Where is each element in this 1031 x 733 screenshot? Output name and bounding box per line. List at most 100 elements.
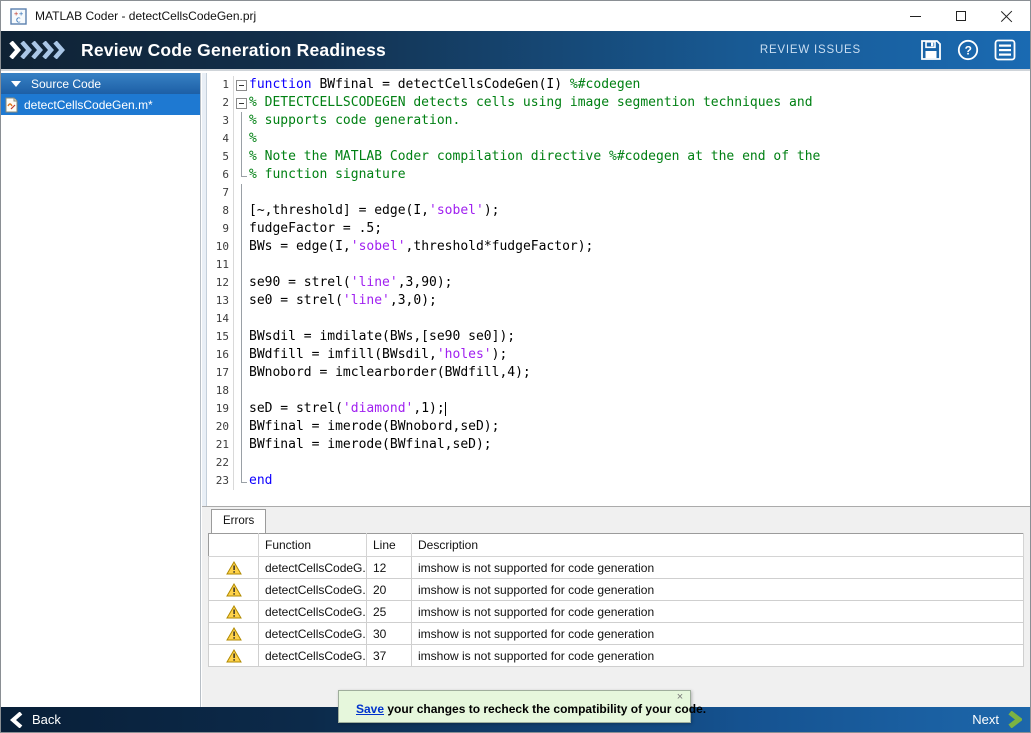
source-code-sidebar: Source Code detectCellsCodeGen.m* [1, 73, 201, 707]
code-line[interactable]: 15BWsdil = imdilate(BWs,[se90 se0]); [208, 328, 1030, 346]
svg-text:c: c [16, 15, 21, 25]
code-line[interactable]: 22 [208, 454, 1030, 472]
line-number: 17 [208, 364, 234, 382]
code-line[interactable]: 16BWdfill = imfill(BWsdil,'holes'); [208, 346, 1030, 364]
column-header-line[interactable]: Line [367, 534, 412, 557]
code-line[interactable]: 2% DETECTCELLSCODEGEN detects cells usin… [208, 94, 1030, 112]
errors-table-wrap: Function Line Description detectCellsCod… [208, 533, 1024, 667]
minimize-button[interactable] [892, 1, 938, 31]
window-title: MATLAB Coder - detectCellsCodeGen.prj [35, 9, 256, 23]
code-line[interactable]: 8[~,threshold] = edge(I,'sobel'); [208, 202, 1030, 220]
fold-collapse-icon[interactable] [234, 76, 249, 94]
next-chevron-icon [1008, 711, 1022, 728]
code-text: % Note the MATLAB Coder compilation dire… [249, 148, 820, 166]
warning-icon [226, 627, 242, 641]
fold-marker [234, 274, 249, 292]
code-line[interactable]: 14 [208, 310, 1030, 328]
code-text: fudgeFactor = .5; [249, 220, 382, 238]
sidebar-item-detectcellscodegen[interactable]: detectCellsCodeGen.m* [1, 94, 200, 115]
code-line[interactable]: 11 [208, 256, 1030, 274]
code-line[interactable]: 20BWfinal = imerode(BWnobord,seD); [208, 418, 1030, 436]
errors-table: Function Line Description detectCellsCod… [208, 533, 1024, 667]
help-button[interactable]: ? [956, 38, 980, 62]
line-number: 3 [208, 112, 234, 130]
code-line[interactable]: 21BWfinal = imerode(BWfinal,seD); [208, 436, 1030, 454]
code-editor[interactable]: 1function BWfinal = detectCellsCodeGen(I… [202, 73, 1030, 506]
code-text: se0 = strel('line',3,0); [249, 292, 437, 310]
line-number: 6 [208, 166, 234, 184]
next-label: Next [972, 712, 999, 727]
back-button[interactable]: Back [10, 712, 61, 728]
error-row[interactable]: detectCellsCodeG...30imshow is not suppo… [209, 623, 1024, 645]
save-link[interactable]: Save [356, 702, 384, 716]
source-code-section-header[interactable]: Source Code [1, 73, 200, 94]
line-number: 22 [208, 454, 234, 472]
code-text: % DETECTCELLSCODEGEN detects cells using… [249, 94, 813, 112]
code-text: end [249, 472, 272, 490]
description-cell: imshow is not supported for code generat… [412, 579, 1024, 601]
back-chevron-icon [10, 712, 23, 728]
code-line[interactable]: 18 [208, 382, 1030, 400]
line-number: 10 [208, 238, 234, 256]
code-text: % [249, 130, 257, 148]
fold-marker [234, 454, 249, 472]
review-issues-label[interactable]: REVIEW ISSUES [760, 44, 861, 56]
warning-cell [209, 579, 259, 601]
line-number: 23 [208, 472, 234, 490]
column-header-description[interactable]: Description [412, 534, 1024, 557]
fold-marker [234, 472, 249, 490]
save-button[interactable] [919, 38, 943, 62]
code-line[interactable]: 13se0 = strel('line',3,0); [208, 292, 1030, 310]
error-row[interactable]: detectCellsCodeG...25imshow is not suppo… [209, 601, 1024, 623]
function-cell: detectCellsCodeG... [259, 645, 367, 667]
warning-icon [226, 561, 242, 575]
fold-marker [234, 310, 249, 328]
code-text: % supports code generation. [249, 112, 460, 130]
code-line[interactable]: 17BWnobord = imclearborder(BWdfill,4); [208, 364, 1030, 382]
fold-marker [234, 292, 249, 310]
code-line[interactable]: 10BWs = edge(I,'sobel',threshold*fudgeFa… [208, 238, 1030, 256]
errors-panel: Errors Function Line Description detectC… [202, 506, 1030, 707]
back-label: Back [32, 712, 61, 727]
description-cell: imshow is not supported for code generat… [412, 601, 1024, 623]
matlab-file-icon [4, 97, 19, 113]
line-number: 8 [208, 202, 234, 220]
column-header-function[interactable]: Function [259, 534, 367, 557]
errors-header-row: Function Line Description [209, 534, 1024, 557]
line-number: 5 [208, 148, 234, 166]
fold-marker [234, 418, 249, 436]
code-line[interactable]: 4% [208, 130, 1030, 148]
code-line[interactable]: 3 % supports code generation. [208, 112, 1030, 130]
code-line[interactable]: 9fudgeFactor = .5; [208, 220, 1030, 238]
tab-errors[interactable]: Errors [211, 509, 266, 533]
matlab-coder-app-icon: + + c [10, 8, 27, 25]
next-button[interactable]: Next [972, 711, 1022, 728]
warning-icon [226, 649, 242, 663]
line-number: 11 [208, 256, 234, 274]
code-line[interactable]: 1function BWfinal = detectCellsCodeGen(I… [208, 76, 1030, 94]
close-button[interactable] [984, 1, 1030, 31]
code-line[interactable]: 23 end [208, 472, 1030, 490]
warning-cell [209, 557, 259, 579]
maximize-button[interactable] [938, 1, 984, 31]
fold-marker [234, 130, 249, 148]
code-text: seD = strel('diamond',1); [249, 400, 446, 418]
code-line[interactable]: 12se90 = strel('line',3,90); [208, 274, 1030, 292]
menu-button[interactable] [993, 38, 1017, 62]
code-line[interactable]: 6% function signature [208, 166, 1030, 184]
editor-left-strip [202, 73, 207, 506]
code-line[interactable]: 19seD = strel('diamond',1); [208, 400, 1030, 418]
column-header-icon[interactable] [209, 534, 259, 557]
error-row[interactable]: detectCellsCodeG...37imshow is not suppo… [209, 645, 1024, 667]
fold-marker [234, 328, 249, 346]
code-line[interactable]: 7 [208, 184, 1030, 202]
fold-marker [234, 112, 249, 130]
error-row[interactable]: detectCellsCodeG...12imshow is not suppo… [209, 557, 1024, 579]
code-line[interactable]: 5 % Note the MATLAB Coder compilation dir… [208, 148, 1030, 166]
fold-collapse-icon[interactable] [234, 94, 249, 112]
line-number: 7 [208, 184, 234, 202]
svg-text:?: ? [965, 43, 972, 57]
description-cell: imshow is not supported for code generat… [412, 557, 1024, 579]
error-row[interactable]: detectCellsCodeG...20imshow is not suppo… [209, 579, 1024, 601]
warning-icon [226, 605, 242, 619]
